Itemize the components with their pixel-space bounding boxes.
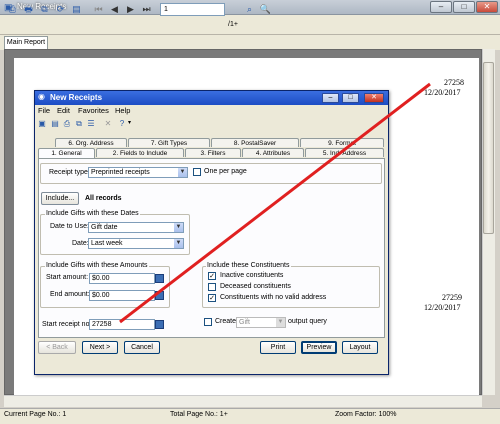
annotation-arrow-line <box>119 82 431 324</box>
annotation-layer <box>119 82 431 324</box>
